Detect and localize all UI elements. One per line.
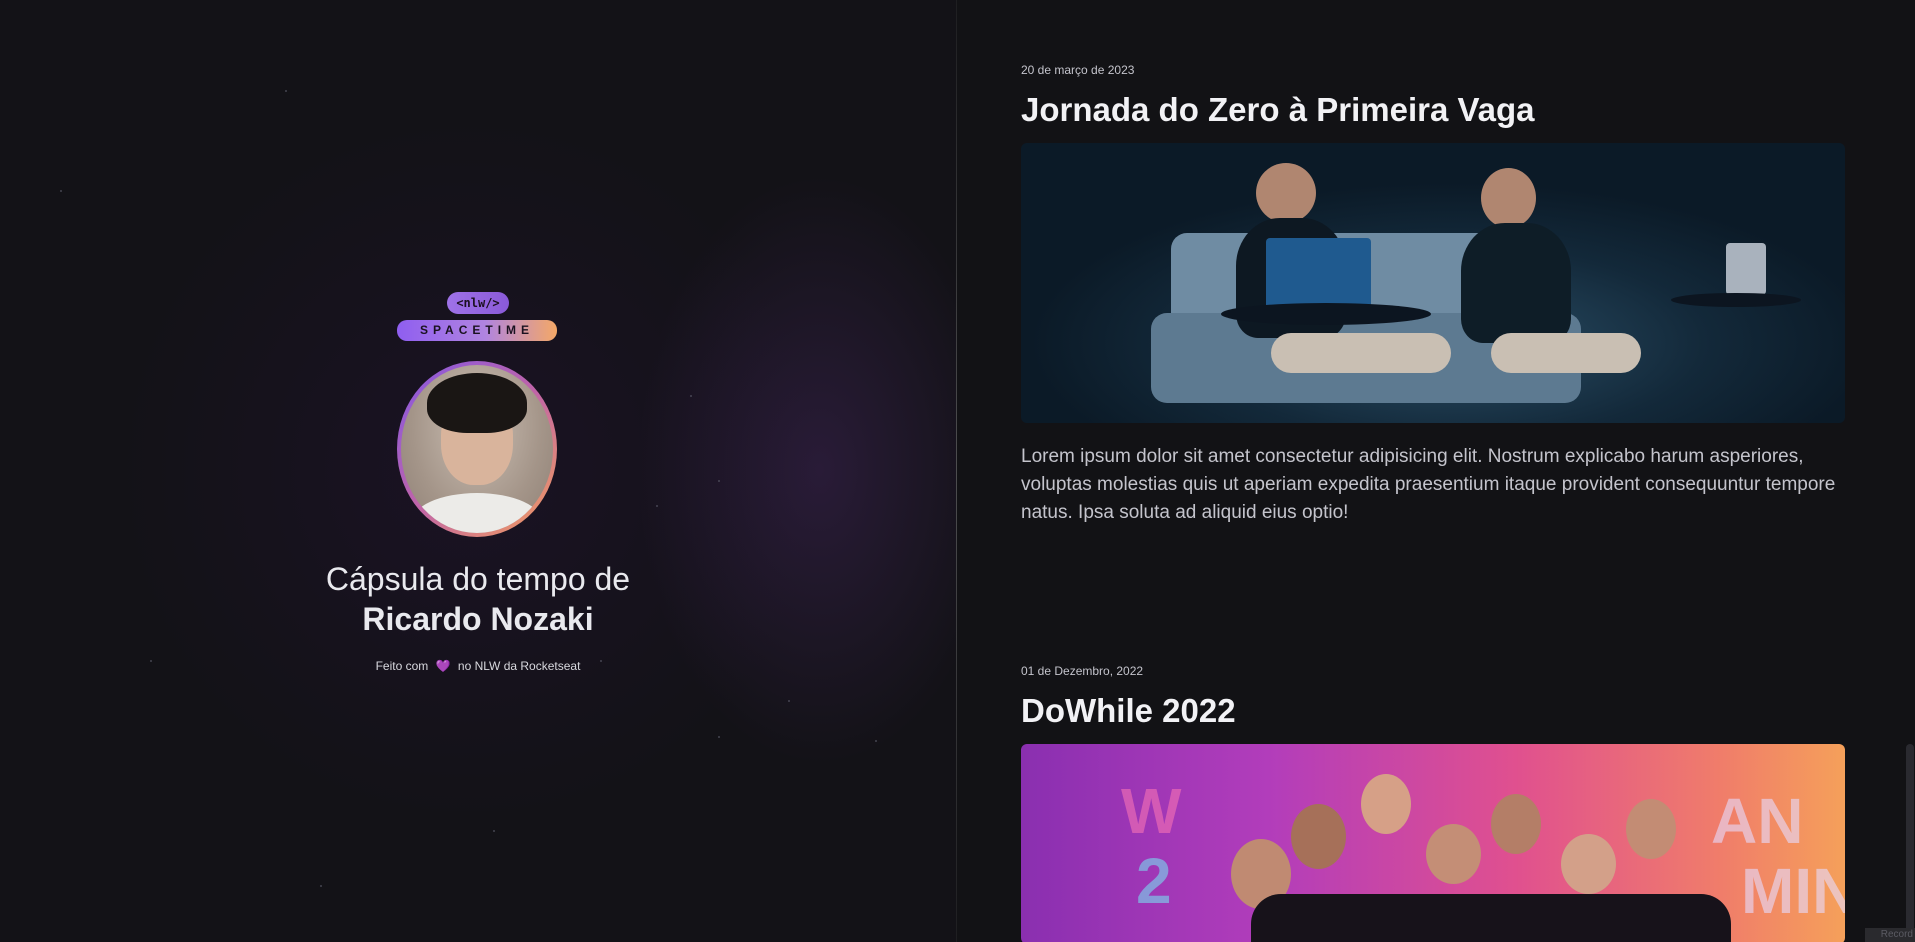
capsule-title: Cápsula do tempo de Ricardo Nozaki [0,559,956,639]
capsule-owner-name: Ricardo Nozaki [362,601,594,637]
memory-image: W 2 AN MIN [1021,744,1845,942]
memory-title: Jornada do Zero à Primeira Vaga [1021,91,1535,128]
memory-card: 01 de Dezembro, 2022 DoWhile 2022 W 2 AN… [1021,664,1845,942]
heart-icon: 💜 [435,659,451,673]
left-panel: <nlw/> SPACETIME Cápsula do tempo de Ric… [0,0,956,942]
record-tag[interactable]: Record [1865,928,1915,942]
capsule-title-prefix: Cápsula do tempo de [325,561,631,597]
memory-title: DoWhile 2022 [1021,692,1236,729]
memory-image [1021,143,1845,423]
avatar-photo [401,365,553,533]
memories-feed[interactable]: 20 de março de 2023 Jornada do Zero à Pr… [957,0,1915,942]
memory-card: 20 de março de 2023 Jornada do Zero à Pr… [1021,63,1845,527]
footer-prefix: Feito com [375,659,429,673]
spacetime-logo: <nlw/> SPACETIME [397,292,557,342]
scrollbar[interactable] [1905,0,1915,942]
avatar[interactable] [397,361,557,537]
footer-suffix: no NLW da Rocketseat [457,659,581,673]
memory-date: 20 de março de 2023 [1021,63,1135,77]
memory-date: 01 de Dezembro, 2022 [1021,664,1144,678]
memory-text: Lorem ipsum dolor sit amet consectetur a… [1021,446,1836,523]
spacetime-logo-bar: SPACETIME [397,320,557,341]
nlw-logo-badge: <nlw/> [447,292,509,314]
footer-credit: Feito com 💜 no NLW da Rocketseat [0,659,956,673]
scrollbar-thumb[interactable] [1906,744,1914,934]
